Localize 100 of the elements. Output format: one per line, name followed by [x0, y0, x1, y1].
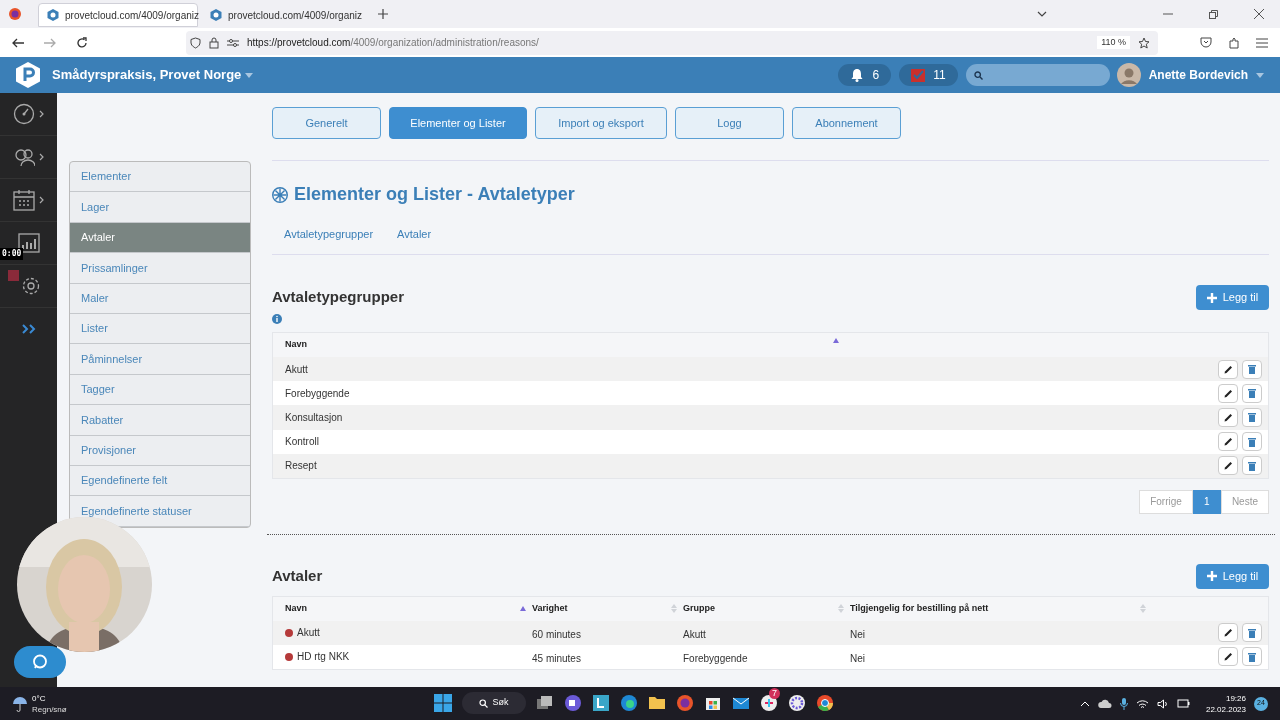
sort-asc-icon[interactable]	[833, 338, 839, 343]
chat-app-icon[interactable]	[760, 694, 778, 712]
url-text[interactable]: https://provetcloud.com/4009/organization/administration/reasons/	[247, 35, 539, 50]
battery-icon[interactable]	[1176, 699, 1190, 708]
sub-tab-link[interactable]: Avtaler	[397, 226, 432, 254]
delete-button[interactable]	[1242, 432, 1262, 452]
browser-icon[interactable]	[620, 694, 638, 712]
side-menu-item[interactable]: Provisjoner	[70, 435, 250, 466]
puzzle-icon[interactable]	[1228, 36, 1240, 49]
add-button[interactable]: Legg til	[1196, 285, 1269, 310]
side-menu-item[interactable]: Lister	[70, 313, 250, 345]
edit-button[interactable]	[1218, 647, 1238, 667]
back-icon[interactable]	[12, 37, 24, 48]
chrome-icon[interactable]	[816, 694, 834, 712]
wifi-icon[interactable]	[1135, 698, 1149, 709]
expand-icon[interactable]	[21, 324, 36, 334]
edit-button[interactable]	[1218, 432, 1238, 452]
edit-button[interactable]	[1218, 623, 1238, 643]
start-icon[interactable]	[434, 694, 452, 712]
edit-button[interactable]	[1218, 456, 1238, 476]
sub-tab-link[interactable]: Avtaletypegrupper	[284, 226, 374, 254]
folder-icon[interactable]	[648, 694, 666, 712]
side-menu-item[interactable]: Prissamlinger	[70, 253, 250, 284]
sort-asc-icon[interactable]	[520, 606, 526, 612]
previous-page-button[interactable]: Forrige	[1139, 489, 1193, 514]
edit-button[interactable]	[1218, 359, 1238, 379]
restore-icon[interactable]	[1209, 9, 1218, 19]
next-page-button[interactable]: Neste	[1220, 489, 1269, 514]
table-cell-text: Akutt	[297, 626, 320, 641]
table-cell: Forebyggende	[683, 652, 748, 664]
chevron-down-icon[interactable]	[1037, 11, 1047, 17]
table-cell-text: Resept	[285, 459, 317, 474]
delete-button[interactable]	[1242, 359, 1262, 379]
search-field[interactable]	[965, 64, 1110, 86]
add-button[interactable]: Legg til	[1196, 563, 1269, 589]
side-menu-item[interactable]: Tagger	[70, 374, 250, 406]
side-menu-item[interactable]: Egendefinerte felt	[70, 465, 250, 497]
edit-button[interactable]	[1218, 383, 1238, 403]
chat-button[interactable]	[14, 646, 66, 678]
pocket-icon[interactable]	[1200, 37, 1212, 48]
table-cell-text: Konsultasjon	[285, 410, 343, 425]
tasks-button[interactable]: 11	[899, 64, 958, 86]
chevron-up-icon[interactable]	[1079, 700, 1090, 707]
notifications-button[interactable]: 6	[838, 64, 892, 86]
delete-button[interactable]	[1242, 383, 1262, 403]
star-icon[interactable]	[1138, 36, 1150, 49]
reload-icon[interactable]	[76, 36, 88, 49]
edit-button[interactable]	[1218, 407, 1238, 427]
delete-button[interactable]	[1242, 456, 1262, 476]
clinic-selector[interactable]: Smådyrspraksis, Provet Norge	[52, 65, 254, 85]
close-icon[interactable]	[1254, 9, 1264, 19]
table-cell: Akutt	[683, 628, 706, 640]
side-menu-item[interactable]: Påminnelser	[70, 344, 250, 375]
page-title: Elementer og Lister - Avtaletyper	[294, 183, 575, 206]
microphone-icon[interactable]	[1119, 697, 1128, 710]
tab-title: provetcloud.com/4009/organiz	[65, 8, 199, 23]
tab-button[interactable]: Logg	[675, 107, 784, 139]
browser-tab[interactable]: provetcloud.com/4009/organiz	[38, 3, 198, 27]
zoom-level[interactable]: 110 %	[1097, 35, 1130, 50]
table-cell: Nei	[850, 628, 865, 640]
pencil-icon	[1223, 364, 1233, 374]
app-tile-icon[interactable]	[592, 694, 610, 712]
video-chat-icon[interactable]	[564, 694, 582, 712]
weather-text: Regn/snø	[32, 703, 67, 715]
sliders-icon	[227, 37, 239, 48]
notification-badge: 7	[769, 688, 780, 699]
user-menu[interactable]: Anette Bordevich	[1148, 66, 1264, 84]
side-menu-item[interactable]: Maler	[70, 283, 250, 314]
site-logo-icon	[47, 9, 59, 21]
caret-icon	[245, 72, 254, 78]
side-menu-item[interactable]: Avtaler	[70, 222, 250, 254]
menu-icon[interactable]	[1256, 37, 1268, 48]
browser-tab[interactable]: provetcloud.com/4009/organiz	[202, 3, 362, 27]
side-menu-item[interactable]: Lager	[70, 192, 250, 223]
caret-icon	[1256, 72, 1264, 78]
tab-title: provetcloud.com/4009/organiz	[228, 8, 362, 23]
tab-button[interactable]: Import og eksport	[535, 107, 667, 139]
side-menu-item[interactable]: Elementer	[70, 162, 250, 193]
checkbox-icon	[911, 68, 926, 82]
speaker-icon[interactable]	[1156, 698, 1169, 709]
trash-icon	[1248, 436, 1256, 447]
delete-button[interactable]	[1242, 407, 1262, 427]
clock[interactable]: 19:26 22.02.2023	[1205, 692, 1246, 715]
tab-button[interactable]: Elementer og Lister	[389, 107, 527, 139]
cloud-icon[interactable]	[1097, 699, 1112, 708]
side-menu-item[interactable]: Rabatter	[70, 405, 250, 436]
chevron-right-icon	[39, 153, 44, 161]
flower-icon[interactable]	[788, 694, 806, 712]
new-tab-icon[interactable]	[378, 9, 388, 19]
tab-button[interactable]: Abonnement	[792, 107, 901, 139]
section-title: Avtaletypegrupper	[272, 287, 404, 308]
tab-button[interactable]: Generelt	[272, 107, 381, 139]
delete-button[interactable]	[1242, 623, 1262, 643]
firefox-icon[interactable]	[676, 694, 694, 712]
taskbar-search[interactable]: Søk	[462, 692, 526, 714]
umbrella-icon	[12, 695, 28, 712]
windows-icon[interactable]	[536, 694, 554, 712]
page-button[interactable]: 1	[1192, 489, 1221, 514]
pencil-icon	[1223, 412, 1233, 422]
delete-button[interactable]	[1242, 647, 1262, 667]
